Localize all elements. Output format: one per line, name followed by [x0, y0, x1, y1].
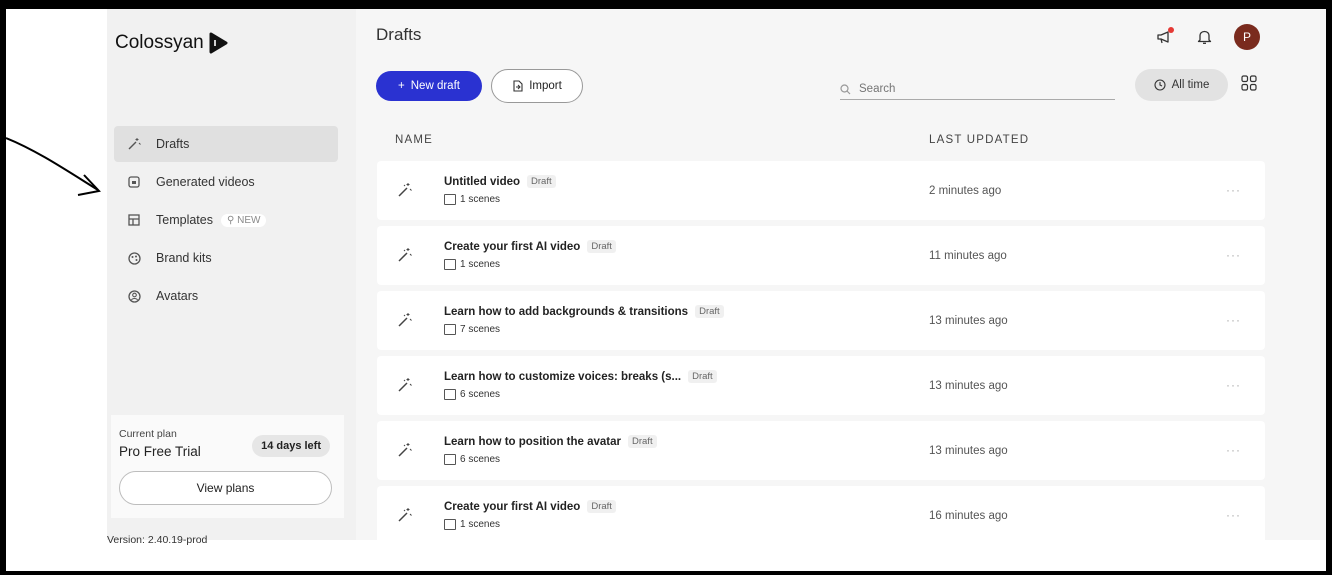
palette-icon — [126, 250, 142, 266]
view-plans-button[interactable]: View plans — [119, 471, 332, 505]
scene-count: 1 scenes — [444, 259, 500, 270]
draft-title[interactable]: Create your first AI video Draft — [444, 240, 616, 253]
draft-tag: Draft — [688, 370, 717, 383]
draft-title[interactable]: Learn how to position the avatar Draft — [444, 435, 657, 448]
sidebar-item-label: Templates — [156, 213, 213, 227]
scene-icon — [444, 324, 456, 335]
draft-row[interactable]: Learn how to position the avatar Draft 6 … — [377, 421, 1265, 480]
avatar-circle-icon — [126, 288, 142, 304]
draft-title[interactable]: Untitled video Draft — [444, 175, 556, 188]
draft-tag: Draft — [587, 500, 616, 513]
logo-text: Colossyan — [115, 32, 204, 53]
more-options-icon[interactable]: ··· — [1226, 313, 1241, 327]
last-updated: 16 minutes ago — [929, 510, 1008, 522]
wand-icon — [392, 373, 416, 397]
draft-row[interactable]: Create your first AI video Draft 1 scenes… — [377, 226, 1265, 285]
sidebar-item-label: Generated videos — [156, 175, 255, 189]
scene-icon — [444, 519, 456, 530]
wand-icon — [392, 503, 416, 527]
search-field[interactable] — [840, 79, 1115, 100]
scene-icon — [444, 259, 456, 270]
template-icon — [126, 212, 142, 228]
more-options-icon[interactable]: ··· — [1226, 248, 1241, 262]
draft-tag: Draft — [527, 175, 556, 188]
sidebar-item-generated-videos[interactable]: Generated videos — [114, 164, 338, 200]
plan-name: Pro Free Trial — [119, 444, 201, 459]
scene-count: 1 scenes — [444, 194, 500, 205]
bulb-icon: ⚲ — [226, 214, 235, 226]
notifications-button[interactable] — [1194, 27, 1214, 47]
sidebar-item-avatars[interactable]: Avatars — [114, 278, 338, 314]
scene-icon — [444, 194, 456, 205]
import-icon — [513, 80, 523, 92]
last-updated: 13 minutes ago — [929, 315, 1008, 327]
wand-icon — [392, 243, 416, 267]
draft-row[interactable]: Learn how to customize voices: breaks (s… — [377, 356, 1265, 415]
user-avatar[interactable]: P — [1234, 24, 1260, 50]
plan-label: Current plan — [119, 428, 177, 440]
sidebar-item-label: Drafts — [156, 137, 190, 151]
draft-title[interactable]: Create your first AI video Draft — [444, 500, 616, 513]
draft-row[interactable]: Learn how to add backgrounds & transitio… — [377, 291, 1265, 350]
sidebar-item-brand-kits[interactable]: Brand kits — [114, 240, 338, 276]
plus-icon: + — [398, 80, 405, 92]
scene-count: 6 scenes — [444, 454, 500, 465]
version-text: Version: 2.40.19-prod — [107, 534, 208, 546]
more-options-icon[interactable]: ··· — [1226, 508, 1241, 522]
more-options-icon[interactable]: ··· — [1226, 443, 1241, 457]
logo[interactable]: Colossyan — [115, 32, 229, 54]
annotation-arrow — [6, 137, 101, 196]
new-badge: ⚲ NEW — [220, 213, 267, 227]
more-options-icon[interactable]: ··· — [1226, 183, 1241, 197]
last-updated: 13 minutes ago — [929, 380, 1008, 392]
scene-icon — [444, 454, 456, 465]
clock-icon — [1154, 79, 1166, 91]
days-left-badge: 14 days left — [252, 435, 330, 457]
main-content: Drafts P + New draft Import All time NAM… — [356, 9, 1326, 545]
new-draft-button[interactable]: + New draft — [376, 71, 482, 101]
scene-count: 1 scenes — [444, 519, 500, 530]
last-updated: 2 minutes ago — [929, 185, 1002, 197]
drafts-list: Untitled video Draft 1 scenes 2 minutes a… — [377, 161, 1265, 551]
time-filter-button[interactable]: All time — [1135, 69, 1228, 101]
sidebar-nav: Drafts Generated videos Templates ⚲ NEW … — [114, 126, 338, 316]
scene-count: 6 scenes — [444, 389, 500, 400]
column-header-last-updated[interactable]: LAST UPDATED — [929, 134, 1029, 146]
column-header-name[interactable]: NAME — [395, 134, 433, 146]
sidebar-item-label: Brand kits — [156, 251, 212, 265]
draft-title[interactable]: Learn how to add backgrounds & transitio… — [444, 305, 724, 318]
page-title: Drafts — [376, 25, 422, 44]
search-icon — [840, 83, 851, 94]
scene-count: 7 scenes — [444, 324, 500, 335]
video-box-icon — [126, 174, 142, 190]
wand-icon — [392, 308, 416, 332]
announcements-button[interactable] — [1154, 27, 1174, 47]
more-options-icon[interactable]: ··· — [1226, 378, 1241, 392]
top-actions: P — [1154, 24, 1260, 50]
draft-row[interactable]: Untitled video Draft 1 scenes 2 minutes a… — [377, 161, 1265, 220]
wand-icon — [392, 178, 416, 202]
draft-tag: Draft — [695, 305, 724, 318]
draft-tag: Draft — [628, 435, 657, 448]
sidebar-item-templates[interactable]: Templates ⚲ NEW — [114, 202, 338, 238]
notification-dot — [1168, 27, 1174, 33]
draft-row[interactable]: Create your first AI video Draft 1 scenes… — [377, 486, 1265, 545]
wand-icon — [126, 136, 142, 152]
import-button[interactable]: Import — [491, 69, 583, 103]
sidebar-item-label: Avatars — [156, 289, 199, 303]
bell-icon — [1197, 30, 1211, 44]
grid-view-icon[interactable] — [1241, 75, 1257, 91]
draft-title[interactable]: Learn how to customize voices: breaks (s… — [444, 370, 717, 383]
scene-icon — [444, 389, 456, 400]
last-updated: 11 minutes ago — [929, 250, 1007, 262]
last-updated: 13 minutes ago — [929, 445, 1008, 457]
plan-card: Current plan Pro Free Trial 14 days left… — [111, 415, 344, 518]
sidebar: Colossyan Drafts Generated videos Templa… — [107, 9, 356, 546]
wand-icon — [392, 438, 416, 462]
search-input[interactable] — [857, 82, 1101, 96]
logo-mark-icon — [209, 32, 228, 54]
sidebar-item-drafts[interactable]: Drafts — [114, 126, 338, 162]
draft-tag: Draft — [587, 240, 616, 253]
